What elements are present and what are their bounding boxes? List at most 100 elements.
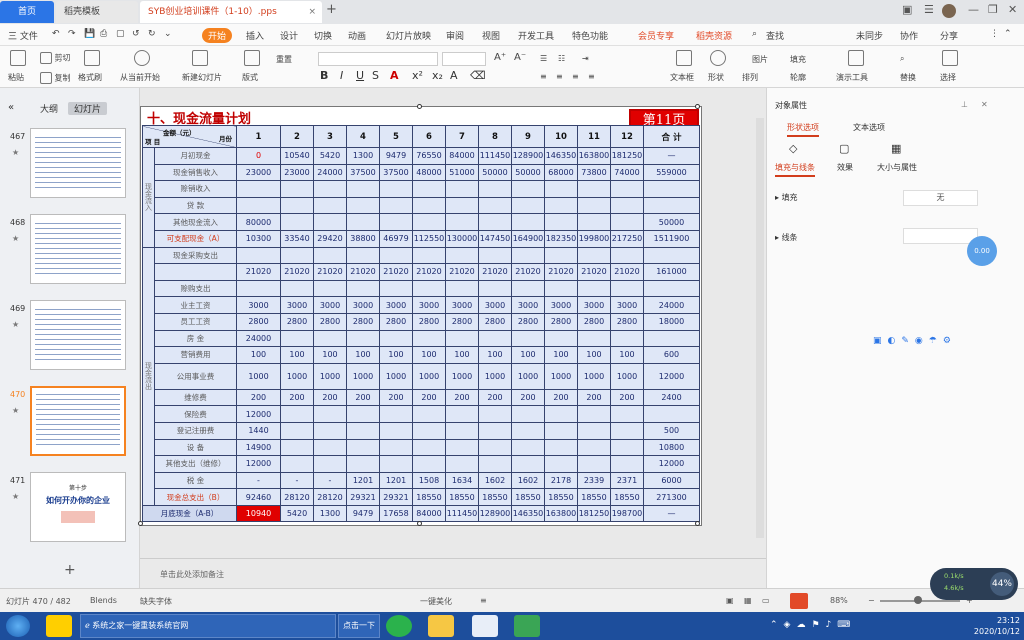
cell-value[interactable] bbox=[379, 405, 413, 423]
slide[interactable]: 十、现金流量计划 第11页 金额（元） 月份项 目 1 2 3 4 5 6 7 8 9 10 11 12 合… bbox=[138, 104, 702, 526]
cell-value[interactable] bbox=[643, 196, 700, 215]
cell-value[interactable] bbox=[445, 438, 479, 457]
line-section[interactable]: ▸ 线条 bbox=[775, 232, 798, 243]
tab-shape-options[interactable]: 形状选项 bbox=[787, 122, 819, 137]
textbox-button[interactable]: 文本框 bbox=[670, 72, 694, 83]
cell-value[interactable]: 271300 bbox=[643, 488, 700, 506]
cell-value[interactable] bbox=[610, 196, 644, 215]
cell-value[interactable] bbox=[544, 329, 578, 348]
tab-docer[interactable]: 稻壳模板 bbox=[56, 1, 138, 23]
cell-value[interactable] bbox=[313, 455, 347, 473]
cell-value[interactable]: 1000 bbox=[280, 362, 314, 390]
avatar[interactable] bbox=[942, 4, 956, 18]
cell-value[interactable] bbox=[313, 246, 347, 265]
cell-value[interactable]: 1000 bbox=[610, 362, 644, 390]
cell-value[interactable] bbox=[643, 279, 700, 298]
select-button[interactable]: 选择 bbox=[940, 72, 956, 83]
cell-value[interactable]: 182350 bbox=[544, 229, 578, 248]
cell-value[interactable]: 37500 bbox=[379, 163, 413, 182]
cell-value[interactable]: 6000 bbox=[643, 471, 700, 490]
cell-value[interactable]: 2800 bbox=[445, 312, 479, 331]
cell-value[interactable] bbox=[511, 196, 545, 215]
cell-value[interactable]: 14900 bbox=[236, 438, 281, 457]
cell-value[interactable]: 18550 bbox=[577, 488, 611, 506]
cell-value[interactable] bbox=[643, 180, 700, 198]
cell-value[interactable] bbox=[478, 455, 512, 473]
cell-value[interactable]: 163800 bbox=[577, 147, 611, 165]
cell-value[interactable]: 1000 bbox=[577, 362, 611, 390]
cell-value[interactable]: 5420 bbox=[280, 504, 314, 523]
cell-value[interactable]: 200 bbox=[445, 388, 479, 407]
cell-value[interactable]: - bbox=[280, 471, 314, 490]
cell-value[interactable]: 200 bbox=[478, 388, 512, 407]
presentation-tool-icon[interactable] bbox=[848, 50, 864, 66]
selection-handle[interactable] bbox=[695, 104, 700, 109]
menu-slideshow[interactable]: 幻灯片放映 bbox=[386, 29, 431, 42]
cell-value[interactable]: 18550 bbox=[478, 488, 512, 506]
cell-value[interactable]: 100 bbox=[346, 346, 380, 364]
tab-home[interactable]: 首页 bbox=[0, 1, 54, 23]
normal-view-icon[interactable]: ▣ bbox=[726, 596, 734, 605]
cell-value[interactable] bbox=[511, 405, 545, 423]
cell-value[interactable]: 2800 bbox=[478, 312, 512, 331]
cell-value[interactable] bbox=[478, 246, 512, 265]
format-painter-button[interactable]: 格式刷 bbox=[78, 72, 102, 83]
cell-value[interactable] bbox=[379, 455, 413, 473]
cell-value[interactable]: 18550 bbox=[445, 488, 479, 506]
menu-devtools[interactable]: 开发工具 bbox=[518, 29, 554, 42]
cell-value[interactable] bbox=[478, 279, 512, 298]
cell-value[interactable] bbox=[511, 180, 545, 198]
menu-insert[interactable]: 插入 bbox=[246, 29, 264, 42]
bold-icon[interactable]: B bbox=[320, 69, 328, 82]
strike-icon[interactable]: S bbox=[372, 69, 379, 82]
cell-value[interactable]: - bbox=[313, 471, 347, 490]
shapes-icon[interactable] bbox=[710, 50, 726, 66]
cell-value[interactable]: 1602 bbox=[478, 471, 512, 490]
superscript-icon[interactable]: x² bbox=[412, 69, 423, 82]
bullets-icon[interactable]: ☰ bbox=[540, 54, 547, 63]
menu-transition[interactable]: 切换 bbox=[314, 29, 332, 42]
collab-button[interactable]: 协作 bbox=[900, 29, 918, 42]
cell-value[interactable]: 21020 bbox=[280, 263, 314, 281]
menu-home[interactable]: 开始 bbox=[202, 28, 233, 43]
cell-value[interactable] bbox=[478, 438, 512, 457]
cell-value[interactable]: 46979 bbox=[379, 229, 413, 248]
cell-value[interactable]: 21020 bbox=[379, 263, 413, 281]
cell-value[interactable]: 5420 bbox=[313, 147, 347, 165]
cell-value[interactable] bbox=[313, 405, 347, 423]
cell-value[interactable] bbox=[478, 405, 512, 423]
cell-value[interactable]: 130000 bbox=[445, 229, 479, 248]
cell-value[interactable] bbox=[478, 196, 512, 215]
cell-value[interactable] bbox=[379, 329, 413, 348]
cell-value[interactable]: 2800 bbox=[544, 312, 578, 331]
menu-view[interactable]: 视图 bbox=[482, 29, 500, 42]
cell-value[interactable]: 200 bbox=[346, 388, 380, 407]
cell-value[interactable] bbox=[313, 329, 347, 348]
cell-value[interactable]: 100 bbox=[610, 346, 644, 364]
cell-value[interactable] bbox=[544, 455, 578, 473]
cell-value[interactable]: 84000 bbox=[412, 504, 446, 523]
cell-value[interactable] bbox=[544, 421, 578, 440]
selection-handle[interactable] bbox=[417, 521, 422, 526]
cell-value[interactable] bbox=[610, 246, 644, 265]
cell-value[interactable] bbox=[511, 438, 545, 457]
cell-value[interactable]: 181250 bbox=[610, 147, 644, 165]
cell-value[interactable] bbox=[610, 213, 644, 231]
cell-value[interactable]: 3000 bbox=[610, 296, 644, 314]
cell-value[interactable] bbox=[412, 180, 446, 198]
cell-value[interactable] bbox=[412, 246, 446, 265]
cell-value[interactable]: 1511900 bbox=[643, 229, 700, 248]
cell-value[interactable]: 1201 bbox=[346, 471, 380, 490]
cell-value[interactable]: 200 bbox=[313, 388, 347, 407]
cell-value[interactable] bbox=[412, 421, 446, 440]
cell-value[interactable] bbox=[445, 180, 479, 198]
cell-value[interactable]: 163800 bbox=[544, 504, 578, 523]
cell-value[interactable]: 198700 bbox=[610, 504, 644, 523]
line-select[interactable] bbox=[903, 228, 978, 244]
cell-value[interactable]: 3000 bbox=[379, 296, 413, 314]
cell-value[interactable]: 559000 bbox=[643, 163, 700, 182]
cell-value[interactable] bbox=[577, 246, 611, 265]
close-tab-icon[interactable]: × bbox=[308, 1, 316, 23]
cell-value[interactable] bbox=[610, 438, 644, 457]
cell-value[interactable] bbox=[511, 279, 545, 298]
